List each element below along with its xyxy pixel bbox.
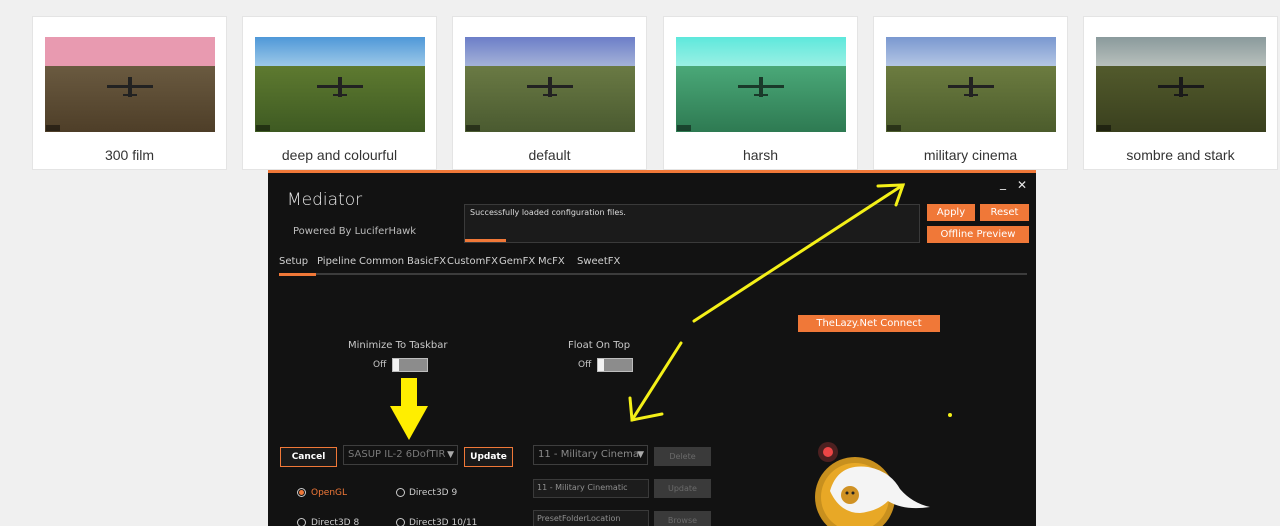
cancel-button[interactable]: Cancel	[280, 447, 337, 467]
offline-preview-button[interactable]: Offline Preview	[927, 226, 1029, 243]
dropdown-arrow-icon: ▼	[447, 450, 454, 460]
preset-dropdown[interactable]: 11 - Military Cinema ▼	[533, 445, 648, 465]
tab-customfx[interactable]: CustomFX	[447, 256, 498, 267]
radio-direct3d-8[interactable]	[297, 518, 306, 526]
preset-caption: harsh	[742, 147, 779, 163]
tab-setup[interactable]: Setup	[279, 256, 308, 267]
delete-preset-button[interactable]: Delete	[654, 447, 711, 466]
preset-thumbnail	[45, 37, 215, 132]
browse-folder-button[interactable]: Browse	[654, 511, 711, 526]
preset-thumbnail	[255, 37, 425, 132]
thelazy-net-connect-button[interactable]: TheLazy.Net Connect	[798, 315, 940, 332]
preset-thumbnail	[465, 37, 635, 132]
minimize-to-taskbar-label: Minimize To Taskbar	[348, 340, 448, 351]
reset-button[interactable]: Reset	[980, 204, 1029, 221]
update-preset-button[interactable]: Update	[654, 479, 711, 498]
thelazy-logo	[815, 442, 930, 526]
preset-name-field[interactable]: 11 - Military Cinematic	[533, 479, 649, 498]
preset-caption: default	[528, 147, 571, 163]
preset-folder-field[interactable]: PresetFolderLocation	[533, 510, 649, 526]
preset-caption: 300 film	[104, 147, 155, 163]
radio-direct3d-8-label: Direct3D 8	[311, 518, 360, 526]
status-box: Successfully loaded configuration files.	[464, 204, 920, 243]
tab-bar: Setup Pipeline Common BasicFX CustomFX G…	[279, 256, 1027, 276]
preset-thumbnail	[886, 37, 1056, 132]
tab-pipeline[interactable]: Pipeline	[317, 256, 356, 267]
apply-button[interactable]: Apply	[927, 204, 975, 221]
radio-direct3d-9-label: Direct3D 9	[409, 488, 458, 498]
radio-direct3d-10-11[interactable]	[396, 518, 405, 526]
minimize-state-label: Off	[373, 360, 387, 370]
preset-card-sombre-and-stark[interactable]: sombre and stark	[1083, 16, 1278, 170]
game-profile-dropdown[interactable]: SASUP IL-2 6DofTIR ▼	[343, 445, 458, 465]
radio-opengl[interactable]	[297, 488, 306, 497]
mediator-window: Mediator Powered By LuciferHawk _ ✕ Succ…	[268, 170, 1036, 526]
minimize-to-taskbar-toggle[interactable]	[392, 358, 428, 372]
preset-thumbnail	[676, 37, 846, 132]
update-profile-button[interactable]: Update	[464, 447, 513, 467]
app-subtitle: Powered By LuciferHawk	[293, 226, 417, 237]
preset-dropdown-value: 11 - Military Cinema	[538, 449, 640, 460]
status-progress-bar	[465, 239, 506, 242]
preset-caption: deep and colourful	[281, 147, 398, 163]
preset-thumbnail	[1096, 37, 1266, 132]
float-state-label: Off	[578, 360, 592, 370]
preset-caption: sombre and stark	[1126, 147, 1235, 163]
tab-divider	[279, 273, 1027, 275]
game-profile-value: SASUP IL-2 6DofTIR	[348, 449, 446, 460]
radio-direct3d-10-11-label: Direct3D 10/11	[409, 518, 478, 526]
tab-active-indicator	[279, 273, 316, 276]
tab-gemfx[interactable]: GemFX	[499, 256, 535, 267]
preset-card-default[interactable]: default	[452, 16, 647, 170]
tab-common[interactable]: Common	[359, 256, 404, 267]
radio-opengl-label: OpenGL	[311, 488, 348, 498]
float-on-top-label: Float On Top	[568, 340, 631, 351]
status-text: Successfully loaded configuration files.	[470, 208, 626, 217]
preset-card-military-cinema[interactable]: military cinema	[873, 16, 1068, 170]
float-on-top-toggle[interactable]	[597, 358, 633, 372]
close-icon[interactable]: ✕	[1017, 178, 1027, 192]
tab-sweetfx[interactable]: SweetFX	[577, 256, 620, 267]
dropdown-arrow-icon: ▼	[637, 450, 644, 460]
preset-card-300-film[interactable]: 300 film	[32, 16, 227, 170]
preset-caption: military cinema	[923, 147, 1018, 163]
preset-card-harsh[interactable]: harsh	[663, 16, 858, 170]
tab-basicfx[interactable]: BasicFX	[407, 256, 446, 267]
radio-direct3d-9[interactable]	[396, 488, 405, 497]
app-title: Mediator	[287, 190, 363, 210]
minimize-icon[interactable]: _	[1000, 176, 1006, 190]
tab-mcfx[interactable]: McFX	[538, 256, 565, 267]
preset-card-deep-and-colourful[interactable]: deep and colourful	[242, 16, 437, 170]
